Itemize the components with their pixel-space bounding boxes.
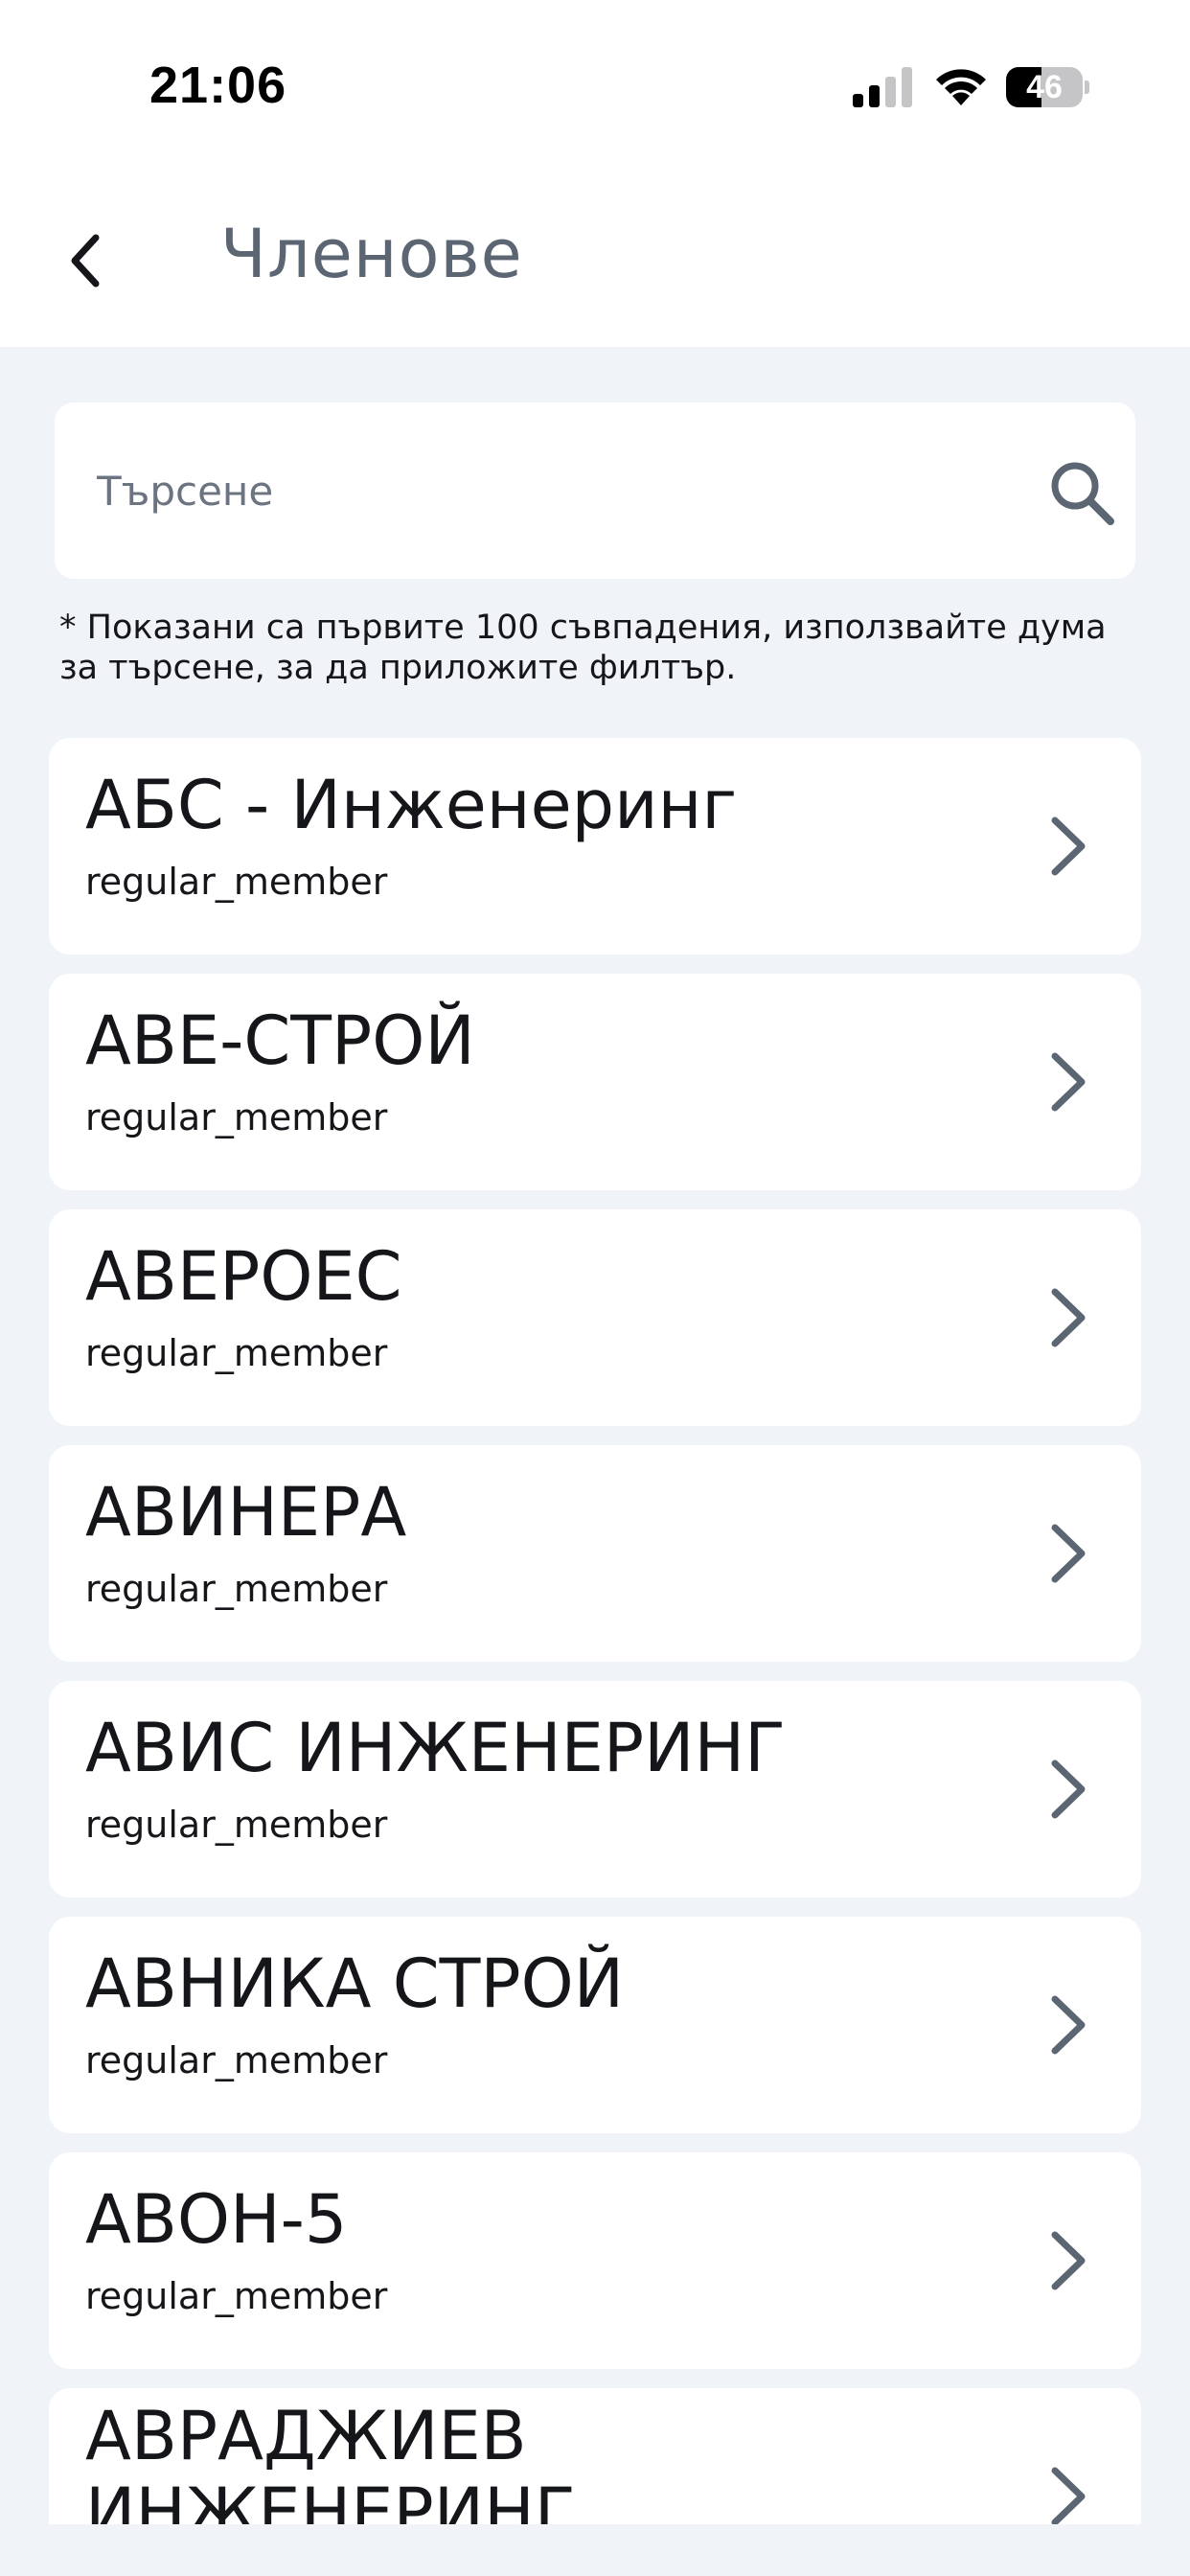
member-role: regular_member [85, 1804, 388, 1846]
search-box[interactable] [55, 402, 1135, 579]
member-name: АВНИКА СТРОЙ [85, 1944, 625, 2023]
chevron-right-icon [1051, 1524, 1086, 1583]
member-name: АВОН-5 [85, 2180, 348, 2259]
chevron-left-icon [71, 234, 100, 288]
chevron-right-icon [1051, 1052, 1086, 1112]
battery-icon: 46 [1006, 67, 1089, 107]
list-item[interactable]: АВЕРОЕС regular_member [49, 1209, 1141, 1426]
member-role: regular_member [85, 1332, 388, 1374]
chevron-right-icon [1051, 1760, 1086, 1819]
wifi-icon [936, 69, 986, 105]
member-role: regular_member [85, 1096, 388, 1138]
page-title: Членове [220, 215, 523, 293]
chevron-right-icon [1051, 2467, 1086, 2524]
member-role: regular_member [85, 2275, 388, 2317]
member-name: АВИНЕРА [85, 1473, 407, 1552]
member-role: regular_member [85, 861, 388, 903]
member-name: АВЕ-СТРОЙ [85, 1001, 475, 1080]
chevron-right-icon [1051, 816, 1086, 876]
chevron-right-icon [1051, 1995, 1086, 2055]
list-item[interactable]: АВНИКА СТРОЙ regular_member [49, 1917, 1141, 2133]
status-bar: 21:06 46 [0, 0, 1190, 172]
list-item[interactable]: АБС - Инженеринг regular_member [49, 738, 1141, 954]
member-name: АВРАДЖИЕВ ИНЖЕНЕРИНГ [85, 2397, 576, 2524]
chevron-right-icon [1051, 1288, 1086, 1347]
battery-level: 46 [1026, 69, 1063, 105]
search-input[interactable] [97, 402, 997, 579]
member-role: regular_member [85, 2039, 388, 2082]
member-name: АВИС ИНЖЕНЕРИНГ [85, 1709, 786, 1787]
member-name: АВЕРОЕС [85, 1237, 402, 1316]
list-item[interactable]: АВИС ИНЖЕНЕРИНГ regular_member [49, 1681, 1141, 1898]
chevron-right-icon [1051, 2231, 1086, 2290]
app-header: Членове [0, 172, 1190, 347]
search-icon[interactable] [1047, 458, 1116, 527]
member-role: regular_member [85, 1568, 388, 1610]
list-item[interactable]: АВРАДЖИЕВ ИНЖЕНЕРИНГ [49, 2388, 1141, 2524]
list-item[interactable]: АВЕ-СТРОЙ regular_member [49, 974, 1141, 1190]
search-hint: * Показани са първите 100 съвпадения, из… [59, 609, 1107, 687]
signal-icon [853, 67, 912, 107]
list-item[interactable]: АВИНЕРА regular_member [49, 1445, 1141, 1662]
status-time: 21:06 [149, 57, 287, 114]
back-button[interactable] [54, 226, 115, 295]
list-item[interactable]: АВОН-5 regular_member [49, 2152, 1141, 2369]
member-name: АБС - Инженеринг [85, 766, 738, 844]
members-list[interactable]: АБС - Инженеринг regular_member АВЕ-СТРО… [49, 738, 1141, 2524]
